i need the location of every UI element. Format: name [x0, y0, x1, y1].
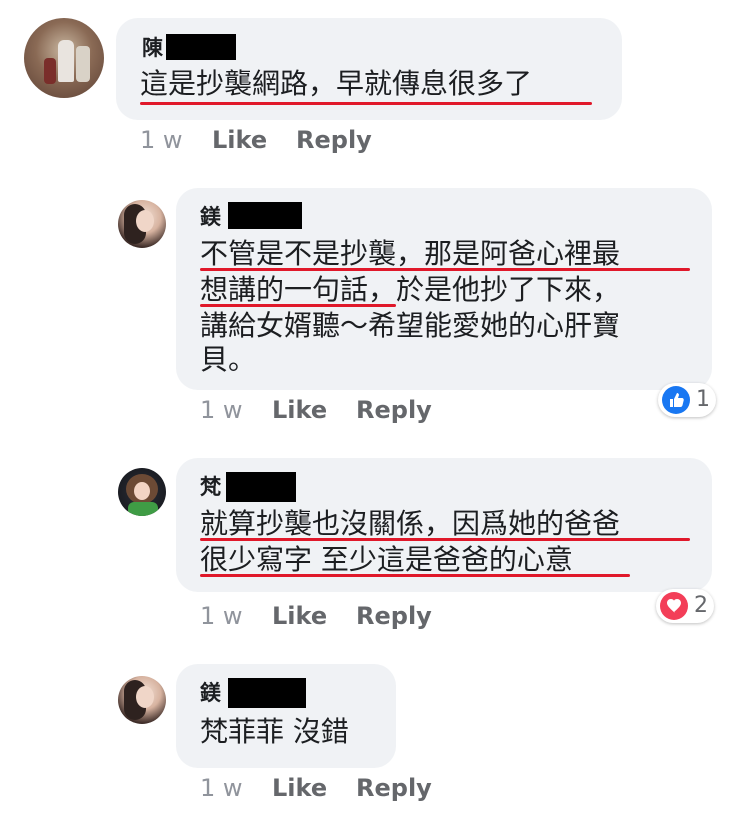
comment-text-line: 貝。	[200, 343, 257, 376]
timestamp[interactable]: 1 w	[140, 126, 183, 154]
like-button[interactable]: Like	[212, 126, 267, 154]
timestamp[interactable]: 1 w	[200, 396, 243, 424]
comment-actions: 1 w Like Reply	[140, 126, 400, 154]
comment-text: 這是抄襲網路，早就傳息很多了	[140, 67, 533, 100]
avatar[interactable]	[118, 676, 166, 724]
red-underline	[140, 102, 592, 105]
reply-button[interactable]: Reply	[356, 774, 432, 802]
heart-icon	[660, 592, 688, 620]
comment-actions: 1 w Like Reply	[200, 396, 460, 424]
comment-bubble: 鎂 不管是不是抄襲，那是阿爸心裡最 想講的一句話，於是他抄了下來， 講給女婿聽～…	[176, 188, 712, 390]
comment-text-line: 就算抄襲也沒關係，因爲她的爸爸	[200, 507, 621, 540]
comment-text: 梵菲菲 沒錯	[200, 715, 349, 748]
reaction-count: 2	[694, 593, 708, 618]
red-underline	[200, 304, 396, 307]
comment-text-line: 不管是不是抄襲，那是阿爸心裡最	[200, 237, 621, 270]
name-redaction	[226, 472, 296, 502]
reaction-badge[interactable]: 2	[656, 589, 714, 623]
commenter-name[interactable]: 鎂	[200, 205, 221, 229]
name-redaction	[166, 34, 236, 60]
timestamp[interactable]: 1 w	[200, 602, 243, 630]
comment-bubble: 梵 就算抄襲也沒關係，因爲她的爸爸 很少寫字 至少這是爸爸的心意	[176, 458, 712, 592]
reply-button[interactable]: Reply	[356, 602, 432, 630]
timestamp[interactable]: 1 w	[200, 774, 243, 802]
commenter-name[interactable]: 鎂	[200, 681, 221, 705]
comment-bubble: 鎂 梵菲菲 沒錯	[176, 664, 396, 768]
reply-button[interactable]: Reply	[356, 396, 432, 424]
like-button[interactable]: Like	[272, 396, 327, 424]
name-redaction	[228, 678, 306, 708]
comment-actions: 1 w Like Reply	[200, 602, 460, 630]
like-button[interactable]: Like	[272, 774, 327, 802]
like-button[interactable]: Like	[272, 602, 327, 630]
comment-text-line: 講給女婿聽～希望能愛她的心肝寶	[200, 309, 621, 342]
red-underline	[200, 268, 690, 271]
avatar[interactable]	[118, 200, 166, 248]
comment-bubble: 陳 這是抄襲網路，早就傳息很多了	[116, 18, 622, 120]
red-underline	[200, 574, 630, 577]
reaction-count: 1	[696, 387, 710, 412]
commenter-name[interactable]: 梵	[200, 475, 221, 499]
red-underline	[200, 538, 690, 541]
thumbs-up-icon	[662, 386, 690, 414]
reply-button[interactable]: Reply	[296, 126, 372, 154]
comment-actions: 1 w Like Reply	[200, 774, 460, 802]
comment-text-line: 很少寫字 至少這是爸爸的心意	[200, 543, 573, 576]
commenter-name[interactable]: 陳	[142, 36, 163, 60]
comment-text-line: 想講的一句話，於是他抄了下來，	[200, 273, 621, 306]
avatar[interactable]	[118, 468, 166, 516]
avatar[interactable]	[24, 18, 104, 98]
reaction-badge[interactable]: 1	[658, 383, 716, 417]
name-redaction	[228, 202, 302, 229]
